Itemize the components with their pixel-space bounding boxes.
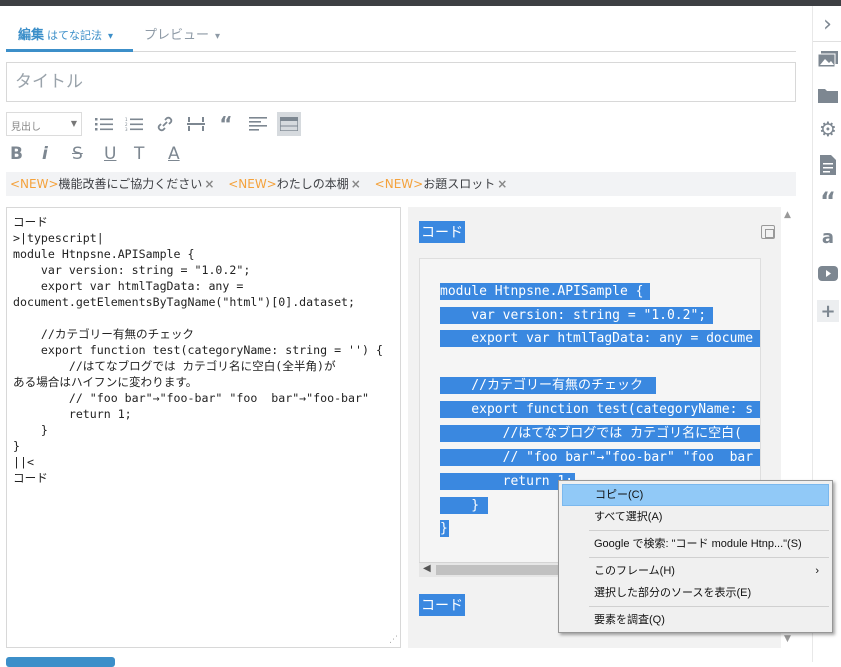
context-menu: コピー(C) すべて選択(A) Google で検索: "コード module … xyxy=(558,480,833,633)
code-line: return 1; xyxy=(440,474,574,489)
font-size-button[interactable]: T xyxy=(134,142,144,166)
tab-edit-mode: はてな記法 xyxy=(47,29,103,42)
underline-button[interactable]: U xyxy=(104,142,116,166)
bold-button[interactable]: B xyxy=(10,142,23,166)
gear-icon[interactable]: ⚙ xyxy=(817,117,839,141)
italic-button[interactable]: i xyxy=(42,142,48,166)
menu-item-copy[interactable]: コピー(C) xyxy=(562,484,829,506)
strikethrough-button[interactable]: S xyxy=(72,142,83,166)
editor-content[interactable]: コード >|typescript| module Htnpsne.APISamp… xyxy=(13,214,383,486)
notice-bar: <NEW>機能改善にご協力ください × <NEW>わたしの本棚 × <NEW>お題ス… xyxy=(6,172,796,196)
chevron-down-icon[interactable]: ▾ xyxy=(108,31,113,42)
menu-item-this-frame[interactable]: このフレーム(H) › xyxy=(562,560,829,582)
scroll-left-icon[interactable]: ◀ xyxy=(423,563,431,574)
heading-select-label: 見出し xyxy=(11,122,41,133)
scroll-thumb[interactable] xyxy=(436,565,576,575)
tab-edit[interactable]: 編集 はてな記法 ▾ xyxy=(18,24,113,43)
plus-icon[interactable]: + xyxy=(817,300,839,322)
top-bar xyxy=(0,0,841,6)
scroll-up-icon[interactable]: ▲ xyxy=(784,210,791,220)
document-icon[interactable] xyxy=(817,154,839,176)
code-line: // "foo bar"→"foo-bar" "foo bar xyxy=(440,450,754,465)
quote-icon[interactable]: “ xyxy=(214,112,238,136)
menu-item-this-frame-label: このフレーム(H) xyxy=(594,565,675,577)
amazon-icon[interactable]: a xyxy=(817,226,839,248)
collapse-chevron-icon[interactable]: › xyxy=(813,8,841,42)
bullet-list-icon[interactable] xyxy=(92,112,116,136)
preview-text-bottom: コード xyxy=(419,594,465,616)
copy-icon[interactable] xyxy=(761,225,775,239)
select-arrow-icon: ▼ xyxy=(70,119,77,128)
code-line: module Htnpsne.APISample { xyxy=(440,284,644,299)
menu-item-google-search[interactable]: Google で検索: "コード module Htnp..."(S) xyxy=(562,533,829,555)
align-icon[interactable] xyxy=(246,112,270,136)
close-icon[interactable]: × xyxy=(204,177,214,191)
notice-item[interactable]: <NEW>わたしの本棚 × xyxy=(228,177,361,191)
numbered-list-icon[interactable]: 123 xyxy=(122,112,146,136)
code-line: } xyxy=(440,521,448,536)
menu-item-view-selection-source[interactable]: 選択した部分のソースを表示(E) xyxy=(562,582,829,604)
folder-icon[interactable] xyxy=(817,84,839,106)
resize-grip-icon[interactable]: ⋰ xyxy=(389,635,398,645)
svg-text:3: 3 xyxy=(125,127,128,131)
quote-icon[interactable]: “ xyxy=(817,187,839,215)
preview-text-top: コード xyxy=(419,221,465,243)
menu-separator xyxy=(589,530,829,531)
editor-tabs: 編集 はてな記法 ▾ プレビュー ▾ xyxy=(6,14,796,52)
font-color-button[interactable]: A xyxy=(168,142,180,166)
body-editor[interactable]: コード >|typescript| module Htnpsne.APISamp… xyxy=(6,207,401,648)
chevron-down-icon[interactable]: ▾ xyxy=(215,31,220,42)
close-icon[interactable]: × xyxy=(351,177,361,191)
code-line: //カテゴリー有無のチェック xyxy=(440,378,643,393)
link-icon[interactable] xyxy=(153,112,177,136)
code-line: } xyxy=(440,498,480,513)
format-toolbar: B i S U T A xyxy=(6,142,206,168)
code-line: var version: string = "1.0.2"; xyxy=(440,308,707,323)
menu-separator xyxy=(589,557,829,558)
editor-toolbar: 見出し ▼ 123 “ xyxy=(6,112,306,138)
horizontal-rule-icon[interactable] xyxy=(184,112,208,136)
code-line: export var htmlTagData: any = docume xyxy=(440,331,754,346)
notice-item[interactable]: <NEW>機能改善にご協力ください × xyxy=(10,177,214,191)
menu-item-select-all[interactable]: すべて選択(A) xyxy=(562,506,829,528)
submenu-arrow-icon: › xyxy=(815,565,819,577)
youtube-icon[interactable] xyxy=(817,262,839,284)
code-line: export function test(categoryName: s xyxy=(440,402,754,417)
tab-preview-label: プレビュー xyxy=(144,28,210,43)
notice-item[interactable]: <NEW>お題スロット × xyxy=(375,177,508,191)
menu-item-inspect-element[interactable]: 要素を調査(Q) xyxy=(562,609,829,631)
code-line: //はてなブログでは カテゴリ名に空白( xyxy=(440,426,742,441)
scroll-down-icon[interactable]: ▼ xyxy=(784,634,791,644)
tab-preview[interactable]: プレビュー ▾ xyxy=(144,24,220,43)
active-tab-indicator xyxy=(6,49,133,52)
close-icon[interactable]: × xyxy=(497,177,507,191)
tab-edit-label: 編集 xyxy=(18,28,45,43)
image-icon[interactable] xyxy=(817,48,839,70)
table-icon[interactable] xyxy=(277,112,301,136)
heading-select[interactable]: 見出し ▼ xyxy=(6,112,82,136)
menu-separator xyxy=(589,606,829,607)
publish-button[interactable] xyxy=(6,657,115,667)
title-input[interactable] xyxy=(6,62,796,102)
